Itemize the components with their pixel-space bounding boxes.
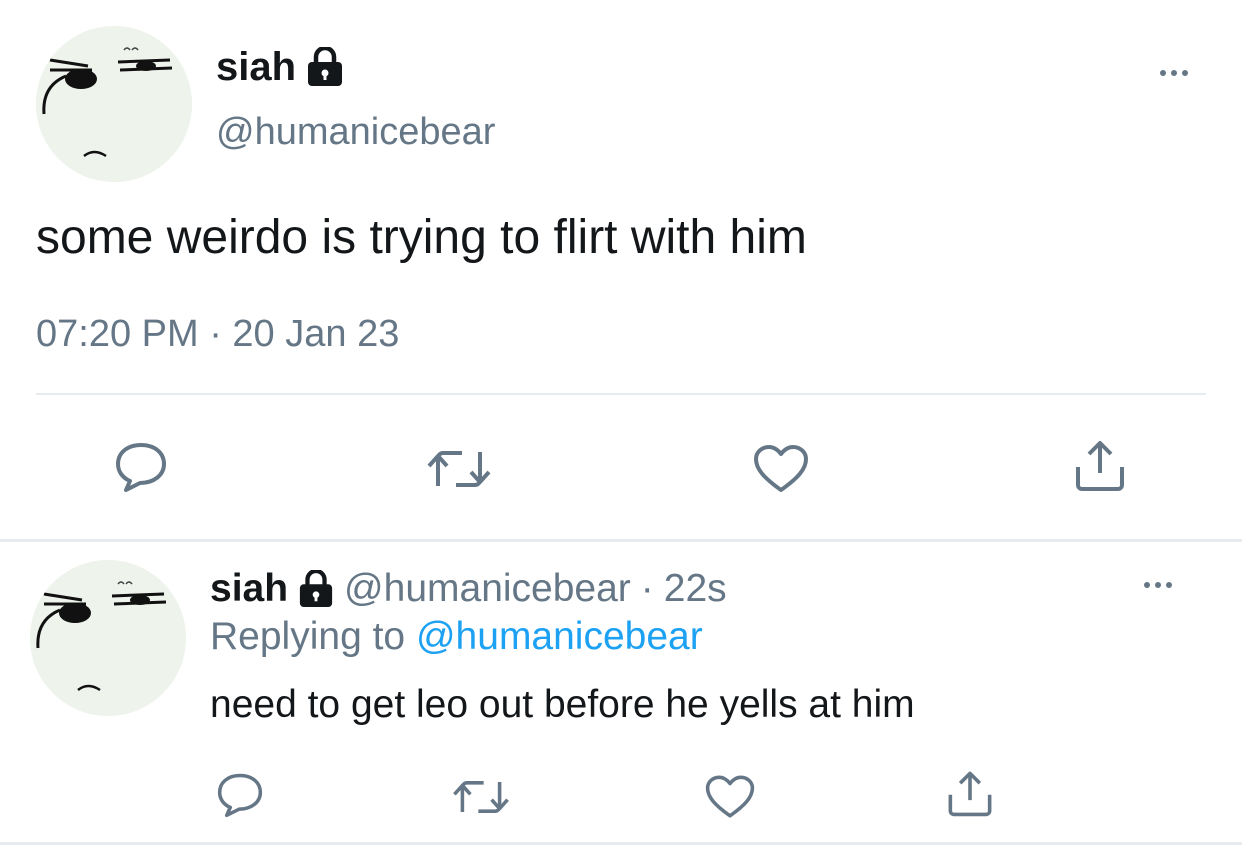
main-display-name[interactable]: siah — [216, 44, 344, 90]
main-display-name-text: siah — [216, 45, 297, 89]
share-icon[interactable] — [1072, 437, 1128, 493]
bottom-divider — [0, 842, 1242, 845]
lock-icon — [298, 570, 334, 608]
share-icon[interactable] — [945, 768, 995, 818]
retweet-icon[interactable] — [424, 446, 494, 492]
main-more-options-icon[interactable] — [1160, 70, 1188, 76]
main-timestamp[interactable]: 07:20 PM · 20 Jan 23 — [36, 312, 399, 356]
tweet-separator — [0, 539, 1242, 542]
reply-tweet-text: need to get leo out before he yells at h… — [210, 683, 915, 726]
reply-avatar[interactable] — [30, 560, 186, 716]
reply-age[interactable]: 22s — [664, 566, 727, 612]
reply-header: siah @humanicebear · 22s — [210, 566, 727, 612]
reply-separator: · — [640, 567, 654, 610]
replying-to-label: Replying to — [210, 615, 406, 658]
like-icon[interactable] — [704, 774, 756, 820]
reply-icon[interactable] — [216, 772, 264, 818]
main-tweet-text: some weirdo is trying to flirt with him — [36, 211, 807, 264]
replying-to-line: Replying to @humanicebear — [210, 614, 703, 660]
like-icon[interactable] — [752, 444, 810, 494]
reply-icon[interactable] — [114, 441, 168, 493]
retweet-icon[interactable] — [450, 776, 512, 818]
reply-more-options-icon[interactable] — [1144, 582, 1172, 588]
main-handle[interactable]: @humanicebear — [216, 110, 495, 154]
main-avatar[interactable] — [36, 26, 192, 182]
angry-face-avatar-icon — [30, 560, 186, 716]
lock-icon — [306, 47, 344, 87]
main-divider — [36, 393, 1206, 395]
reply-handle[interactable]: @humanicebear — [344, 566, 631, 612]
replying-to-handle[interactable]: @humanicebear — [416, 615, 703, 658]
angry-face-avatar-icon — [36, 26, 192, 182]
reply-display-name[interactable]: siah — [210, 566, 288, 612]
